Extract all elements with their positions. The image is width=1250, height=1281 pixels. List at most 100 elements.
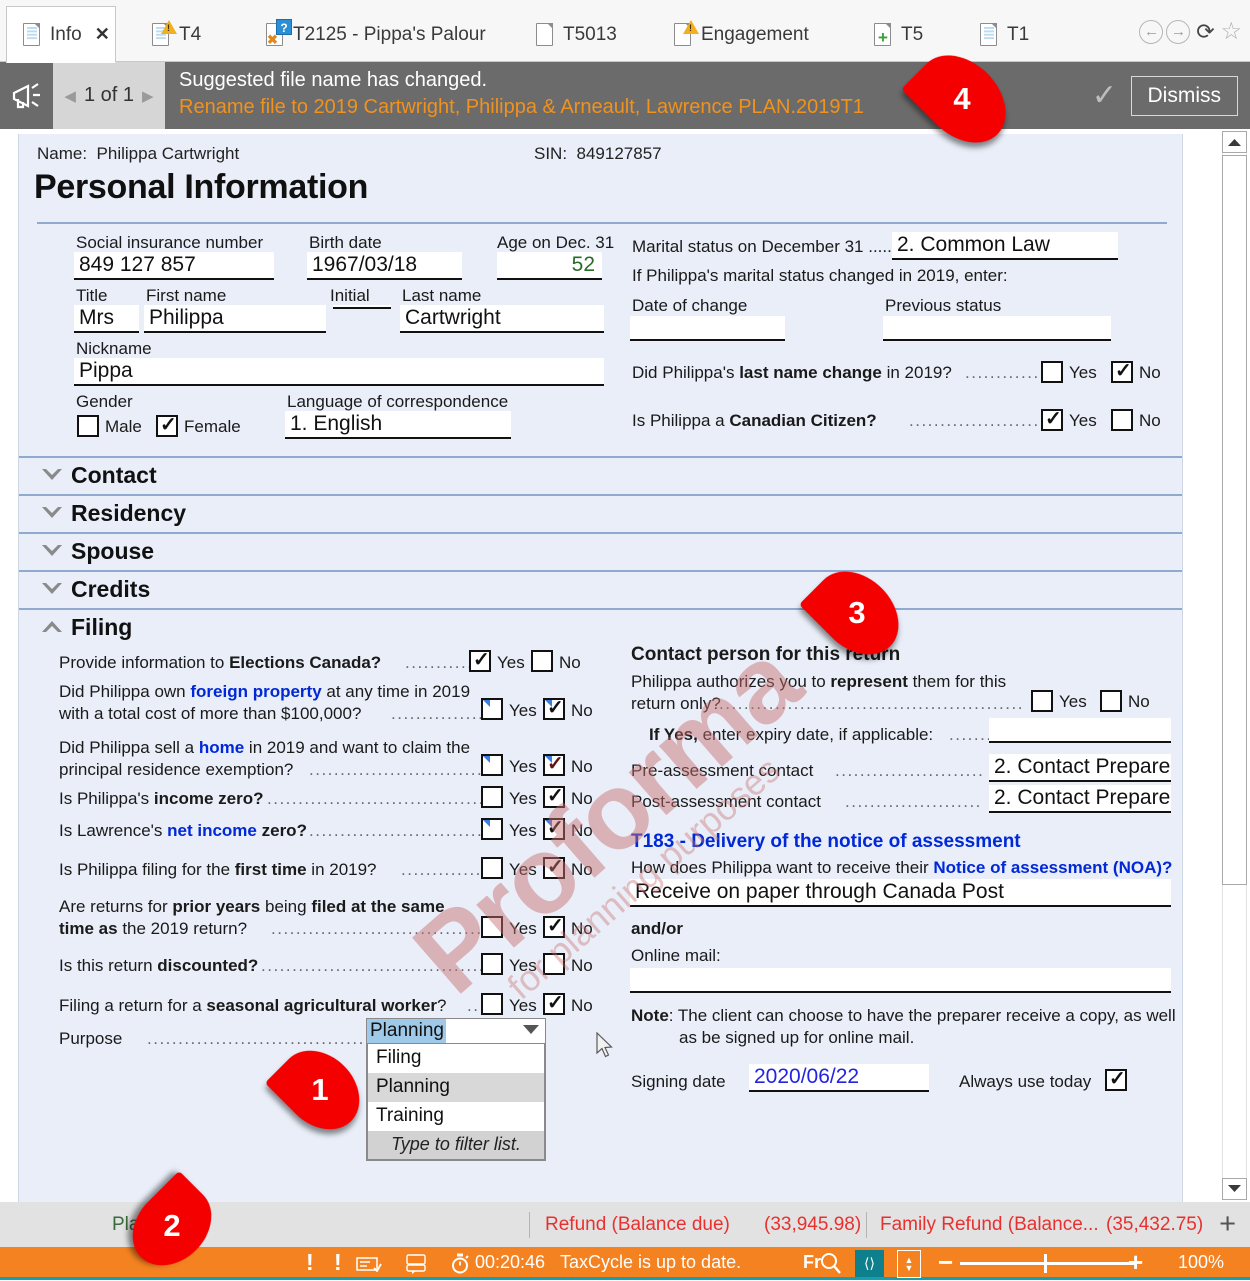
q-part-b[interactable]: home — [199, 738, 244, 757]
canadian-citizen-no-checkbox[interactable] — [1111, 409, 1133, 431]
zoom-out-button[interactable]: − — [938, 1249, 953, 1275]
close-icon[interactable]: ✕ — [95, 24, 110, 45]
section-contact[interactable]: Contact — [19, 456, 1182, 493]
refresh-icon[interactable]: ⟳ — [1193, 20, 1217, 44]
q-part-c: at any time in 2019 — [321, 682, 471, 701]
date-of-change-input[interactable] — [630, 316, 785, 341]
elections-yes-checkbox[interactable]: ✓ — [469, 649, 491, 672]
section-credits[interactable]: Credits — [19, 570, 1182, 607]
expiry-date-input[interactable] — [989, 718, 1171, 743]
previous-status-input[interactable] — [883, 316, 1111, 341]
code-brackets-icon[interactable]: ⟨⟩ — [855, 1250, 884, 1277]
scroll-down-arrow-icon[interactable] — [1222, 1178, 1247, 1200]
checkmark-icon[interactable]: ✓ — [1079, 62, 1131, 129]
purpose-dropdown[interactable]: Planning Filing Planning Training Type t… — [366, 1018, 546, 1161]
tab-t2125[interactable]: ✖? T2125 - Pippa's Palour — [250, 8, 500, 62]
canadian-citizen-yes-checkbox[interactable]: ✓ — [1041, 408, 1063, 431]
prior-years-yes-checkbox[interactable] — [481, 916, 503, 938]
section-residency[interactable]: Residency — [19, 494, 1182, 531]
next-message-icon[interactable]: ▶ — [142, 87, 154, 105]
dropdown-option-training[interactable]: Training — [368, 1102, 544, 1131]
memo-icon[interactable] — [356, 1256, 382, 1277]
message-pager[interactable]: ◀ 1 of 1 ▶ — [53, 62, 165, 129]
tab-t1[interactable]: T1 — [964, 8, 1043, 62]
noa-delivery-input[interactable]: Receive on paper through Canada Post — [630, 879, 1171, 907]
discounted-yes-checkbox[interactable] — [481, 953, 503, 975]
updown-icon[interactable]: ▲ ▼ — [897, 1250, 921, 1278]
sin-input[interactable]: 849 127 857 — [74, 252, 274, 280]
scrollbar-thumb[interactable] — [1222, 155, 1247, 885]
signing-date-input[interactable]: 2020/06/22 — [749, 1064, 929, 1092]
foreign-property-no-checkbox[interactable]: ✓ — [543, 697, 565, 720]
plus-icon[interactable]: + — [1219, 1210, 1236, 1239]
chevron-down-icon[interactable] — [523, 1025, 539, 1034]
dropdown-option-planning[interactable]: Planning — [368, 1073, 544, 1102]
dismiss-button[interactable]: Dismiss — [1130, 75, 1238, 116]
purpose-dropdown-field[interactable]: Planning — [366, 1018, 546, 1044]
purpose-dropdown-list[interactable]: Filing Planning Training Type to filter … — [366, 1044, 546, 1161]
star-icon[interactable]: ☆ — [1220, 20, 1242, 44]
home-sale-no-checkbox[interactable]: ✓ — [543, 753, 565, 776]
seasonal-agricultural-no-checkbox[interactable]: ✓ — [543, 992, 565, 1015]
pre-assessment-input[interactable]: 2. Contact Preparer — [989, 754, 1171, 782]
q-part-b[interactable]: Notice of assessment (NOA)? — [933, 858, 1172, 877]
section-filing[interactable]: Filing — [19, 608, 1182, 645]
last-name-change-yes-checkbox[interactable] — [1041, 361, 1063, 383]
zoom-in-button[interactable]: + — [1128, 1249, 1143, 1275]
authorize-yes-checkbox[interactable] — [1031, 690, 1053, 712]
q-part-b[interactable]: foreign property — [190, 682, 321, 701]
language-label: Language of correspondence — [287, 392, 509, 411]
magnifier-icon[interactable] — [818, 1252, 844, 1281]
annotation-marker-2: 2 — [116, 1170, 228, 1281]
first-name-input[interactable]: Philippa — [144, 305, 326, 333]
gender-male-checkbox[interactable] — [77, 415, 99, 437]
tab-t4[interactable]: T4 — [136, 8, 215, 62]
spouse-net-income-zero-yes-checkbox[interactable] — [481, 818, 503, 840]
warning-exclamation-icon-2[interactable]: ! — [334, 1249, 342, 1276]
review-note-icon[interactable] — [405, 1254, 429, 1280]
nickname-input[interactable]: Pippa — [74, 358, 604, 386]
warning-exclamation-icon-1[interactable]: ! — [306, 1249, 314, 1276]
dropdown-option-filing[interactable]: Filing — [368, 1044, 544, 1073]
q-part-b[interactable]: net income — [167, 821, 257, 840]
zoom-slider[interactable] — [960, 1254, 1135, 1273]
forward-arrow-icon[interactable]: → — [1166, 20, 1191, 44]
foreign-property-yes-checkbox[interactable] — [481, 698, 503, 720]
last-name-input[interactable]: Cartwright — [400, 305, 604, 333]
language-input[interactable]: 1. English — [285, 411, 511, 439]
seasonal-agricultural-yes-checkbox[interactable] — [481, 993, 503, 1015]
income-zero-yes-checkbox[interactable] — [481, 786, 503, 808]
elections-no-checkbox[interactable] — [531, 650, 553, 672]
back-arrow-icon[interactable]: ← — [1139, 20, 1164, 44]
prev-message-icon[interactable]: ◀ — [64, 87, 76, 105]
gender-female-checkbox[interactable]: ✓ — [156, 414, 178, 437]
always-use-today-checkbox[interactable]: ✓ — [1105, 1068, 1127, 1091]
spouse-net-income-zero-no-checkbox[interactable]: ✓ — [543, 817, 565, 840]
filing-question-spouse-net-income-zero: Is Lawrence's net income zero? — [59, 821, 307, 841]
q-part-c: in 2019? — [306, 860, 377, 879]
last-name-change-no-checkbox[interactable]: ✓ — [1111, 360, 1133, 383]
income-zero-no-checkbox[interactable]: ✓ — [543, 785, 565, 808]
discounted-no-checkbox[interactable] — [543, 953, 565, 975]
first-time-no-checkbox[interactable]: ✓ — [543, 856, 565, 879]
initial-input[interactable] — [333, 305, 391, 309]
authorize-no-checkbox[interactable] — [1100, 690, 1122, 712]
title-input[interactable]: Mrs — [74, 305, 139, 333]
vertical-scrollbar[interactable] — [1218, 129, 1250, 1202]
home-sale-yes-checkbox[interactable] — [481, 754, 503, 776]
prior-years-no-checkbox[interactable]: ✓ — [543, 915, 565, 938]
tab-info[interactable]: Info ✕ — [6, 6, 116, 63]
post-assessment-input[interactable]: 2. Contact Preparer — [989, 785, 1171, 813]
tab-t5013[interactable]: T5013 — [520, 8, 631, 62]
tab-t5[interactable]: + T5 — [858, 8, 937, 62]
dot-leader: ............................... — [835, 761, 983, 780]
marital-status-input[interactable]: 2. Common Law — [892, 232, 1118, 260]
online-mail-input[interactable] — [630, 968, 1171, 993]
tab-engagement[interactable]: Engagement — [658, 8, 823, 62]
stopwatch-icon[interactable] — [450, 1253, 470, 1279]
birthdate-input[interactable]: 1967/03/18 — [307, 252, 462, 280]
note-line1: Note: The client can choose to have the … — [631, 1006, 1176, 1026]
first-time-yes-checkbox[interactable] — [481, 857, 503, 879]
section-spouse[interactable]: Spouse — [19, 532, 1182, 569]
scroll-up-arrow-icon[interactable] — [1222, 131, 1247, 153]
